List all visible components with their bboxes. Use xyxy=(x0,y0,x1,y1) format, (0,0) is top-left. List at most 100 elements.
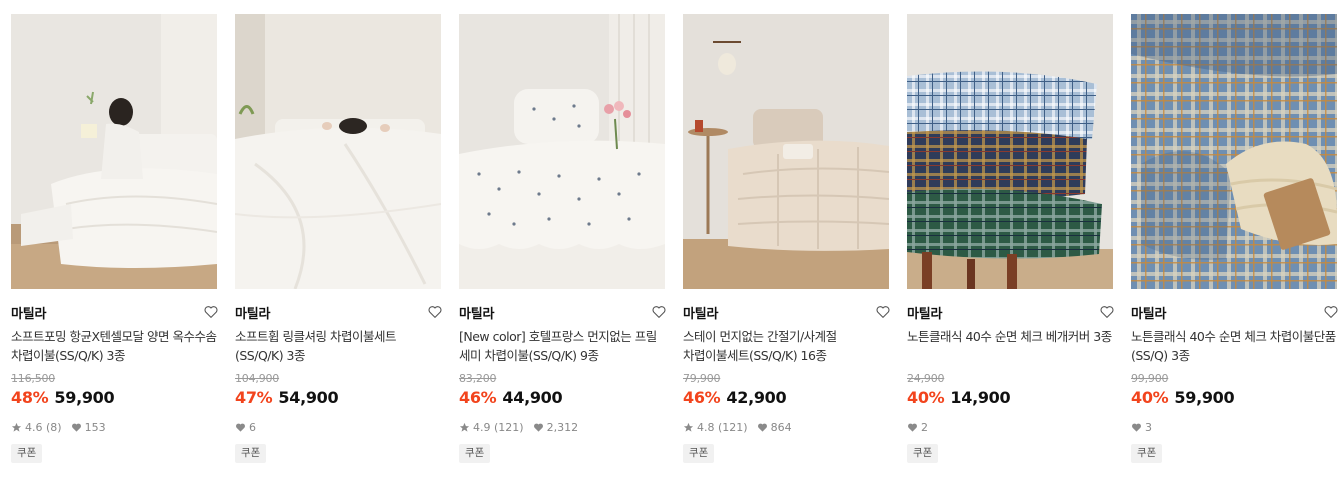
rating-text: 4.6 (8) xyxy=(25,420,62,434)
product-card[interactable]: 마틸라 스테이 먼지없는 간절기/사계절 차렵이불세트(SS/Q/K) 16종 … xyxy=(683,0,890,477)
likes-count: 864 xyxy=(770,420,792,434)
likes-group: 2,312 xyxy=(533,420,579,434)
heart-filled-icon xyxy=(907,422,918,433)
white-comforter-person-under-icon xyxy=(235,14,441,289)
sale-price: 42,900 xyxy=(726,388,787,407)
product-image[interactable] xyxy=(11,14,217,289)
rating-group: 4.9 (121) xyxy=(459,421,524,434)
heart-filled-icon xyxy=(71,422,82,433)
coupon-badge: 쿠폰 xyxy=(1131,444,1163,463)
rating-group: 4.8 (121) xyxy=(683,421,748,434)
beige-quilted-comforter-icon xyxy=(683,14,889,289)
brand-name: 마틸라 xyxy=(459,307,495,322)
product-meta: 4.9 (121) 2,312 xyxy=(459,419,587,435)
plaid-pillows-stack-icon xyxy=(907,14,1113,289)
brand-row: 마틸라 xyxy=(683,302,890,322)
likes-count: 2 xyxy=(921,420,928,434)
discount-rate: 47% xyxy=(235,388,273,407)
product-meta: 2 xyxy=(907,419,937,435)
product-image[interactable] xyxy=(1131,14,1337,289)
product-name[interactable]: 노튼클래식 40수 순면 체크 차렵이불단품(SS/Q) 3종 xyxy=(1131,327,1337,367)
heart-icon[interactable] xyxy=(1097,302,1117,322)
product-card[interactable]: 마틸라 노튼클래식 40수 순면 체크 베개커버 3종 24,900 40% 14… xyxy=(907,0,1114,477)
original-price: 104,900 xyxy=(235,372,280,385)
product-name[interactable]: 스테이 먼지없는 간절기/사계절 차렵이불세트(SS/Q/K) 16종 xyxy=(683,327,889,367)
product-name[interactable]: 소프트포밍 항균X텐셀모달 양면 옥수수솜 차렵이불(SS/Q/K) 3종 xyxy=(11,327,217,367)
heart-filled-icon xyxy=(1131,422,1142,433)
original-price: 79,900 xyxy=(683,372,721,385)
brand-name: 마틸라 xyxy=(1131,307,1167,322)
discount-rate: 46% xyxy=(459,388,497,407)
product-name[interactable]: [New color] 호텔프랑스 먼지없는 프릴 세미 차렵이불(SS/Q/K… xyxy=(459,327,665,367)
product-grid: 마틸라 소프트포밍 항균X텐셀모달 양면 옥수수솜 차렵이불(SS/Q/K) 3… xyxy=(0,0,1344,477)
discount-rate: 46% xyxy=(683,388,721,407)
heart-icon[interactable] xyxy=(873,302,893,322)
original-price: 99,900 xyxy=(1131,372,1169,385)
sale-price: 59,900 xyxy=(1174,388,1235,407)
rating-text: 4.9 (121) xyxy=(473,420,524,434)
product-image[interactable] xyxy=(235,14,441,289)
brand-row: 마틸라 xyxy=(907,302,1114,322)
coupon-badge: 쿠폰 xyxy=(459,444,491,463)
product-card[interactable]: 마틸라 [New color] 호텔프랑스 먼지없는 프릴 세미 차렵이불(SS… xyxy=(459,0,666,477)
brand-row: 마틸라 xyxy=(1131,302,1338,322)
heart-icon[interactable] xyxy=(201,302,221,322)
product-meta: 4.6 (8) 153 xyxy=(11,419,115,435)
product-name[interactable]: 노튼클래식 40수 순면 체크 베개커버 3종 xyxy=(907,327,1113,367)
heart-filled-icon xyxy=(757,422,768,433)
white-comforter-woman-reading-icon xyxy=(11,14,217,289)
star-icon xyxy=(683,422,694,433)
product-meta: 6 xyxy=(235,419,265,435)
brand-row: 마틸라 xyxy=(235,302,442,322)
price-row: 40% 14,900 xyxy=(907,388,1011,410)
heart-icon[interactable] xyxy=(425,302,445,322)
coupon-badge: 쿠폰 xyxy=(907,444,939,463)
star-icon xyxy=(11,422,22,433)
price-row: 40% 59,900 xyxy=(1131,388,1235,410)
star-icon xyxy=(459,422,470,433)
heart-filled-icon xyxy=(235,422,246,433)
brand-name: 마틸라 xyxy=(907,307,943,322)
sale-price: 44,900 xyxy=(502,388,563,407)
likes-group: 3 xyxy=(1131,421,1152,434)
original-price: 24,900 xyxy=(907,372,945,385)
coupon-badge: 쿠폰 xyxy=(11,444,43,463)
brand-row: 마틸라 xyxy=(11,302,218,322)
brand-name: 마틸라 xyxy=(235,307,271,322)
likes-group: 2 xyxy=(907,421,928,434)
likes-count: 2,312 xyxy=(546,420,579,434)
heart-filled-icon xyxy=(533,422,544,433)
likes-group: 6 xyxy=(235,421,256,434)
price-row: 46% 44,900 xyxy=(459,388,563,410)
sale-price: 59,900 xyxy=(54,388,115,407)
discount-rate: 40% xyxy=(907,388,945,407)
heart-icon[interactable] xyxy=(1321,302,1341,322)
price-row: 46% 42,900 xyxy=(683,388,787,410)
product-card[interactable]: 마틸라 소프트포밍 항균X텐셀모달 양면 옥수수솜 차렵이불(SS/Q/K) 3… xyxy=(11,0,218,477)
likes-count: 3 xyxy=(1145,420,1152,434)
likes-group: 864 xyxy=(757,421,792,434)
product-meta: 3 xyxy=(1131,419,1161,435)
product-card[interactable]: 마틸라 소프트휩 링클셔링 차렵이불세트(SS/Q/K) 3종 104,900 … xyxy=(235,0,442,477)
brand-row: 마틸라 xyxy=(459,302,666,322)
product-image[interactable] xyxy=(683,14,889,289)
rating-group: 4.6 (8) xyxy=(11,421,62,434)
product-image[interactable] xyxy=(907,14,1113,289)
likes-count: 153 xyxy=(84,420,106,434)
sale-price: 54,900 xyxy=(278,388,339,407)
brand-name: 마틸라 xyxy=(11,307,47,322)
price-row: 47% 54,900 xyxy=(235,388,339,410)
discount-rate: 48% xyxy=(11,388,49,407)
coupon-badge: 쿠폰 xyxy=(235,444,267,463)
product-name[interactable]: 소프트휩 링클셔링 차렵이불세트(SS/Q/K) 3종 xyxy=(235,327,441,367)
heart-icon[interactable] xyxy=(649,302,669,322)
original-price: 83,200 xyxy=(459,372,497,385)
rating-text: 4.8 (121) xyxy=(697,420,748,434)
original-price: 116,500 xyxy=(11,372,56,385)
likes-count: 6 xyxy=(249,420,256,434)
product-card[interactable]: 마틸라 노튼클래식 40수 순면 체크 차렵이불단품(SS/Q) 3종 99,9… xyxy=(1131,0,1338,477)
price-row: 48% 59,900 xyxy=(11,388,115,410)
product-image[interactable] xyxy=(459,14,665,289)
discount-rate: 40% xyxy=(1131,388,1169,407)
ruffle-dot-bedding-flowers-icon xyxy=(459,14,665,289)
